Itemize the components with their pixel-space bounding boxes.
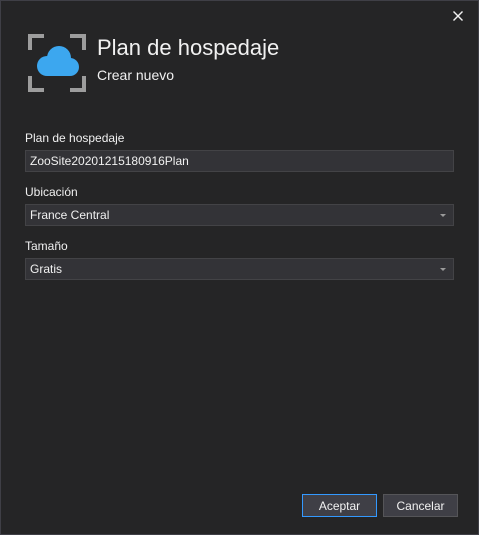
- dialog-title: Plan de hospedaje: [97, 35, 280, 60]
- size-dropdown[interactable]: Gratis: [25, 258, 454, 280]
- size-selected-value: Gratis: [30, 262, 63, 276]
- dialog-subtitle: Crear nuevo: [97, 67, 175, 83]
- chevron-down-icon: [440, 267, 446, 271]
- accept-button[interactable]: Aceptar: [302, 494, 377, 517]
- close-button[interactable]: [448, 6, 468, 26]
- dialog-window: Plan de hospedaje Crear nuevo Plan de ho…: [0, 0, 479, 535]
- close-icon: [453, 11, 463, 21]
- cancel-button[interactable]: Cancelar: [383, 494, 458, 517]
- cloud-in-frame-icon: [28, 34, 86, 92]
- hosting-plan-label: Plan de hospedaje: [25, 131, 125, 145]
- location-selected-value: France Central: [30, 208, 110, 222]
- chevron-down-icon: [440, 213, 446, 217]
- size-label: Tamaño: [25, 239, 68, 253]
- location-dropdown[interactable]: France Central: [25, 204, 454, 226]
- location-label: Ubicación: [25, 185, 78, 199]
- hosting-plan-input[interactable]: [25, 150, 454, 172]
